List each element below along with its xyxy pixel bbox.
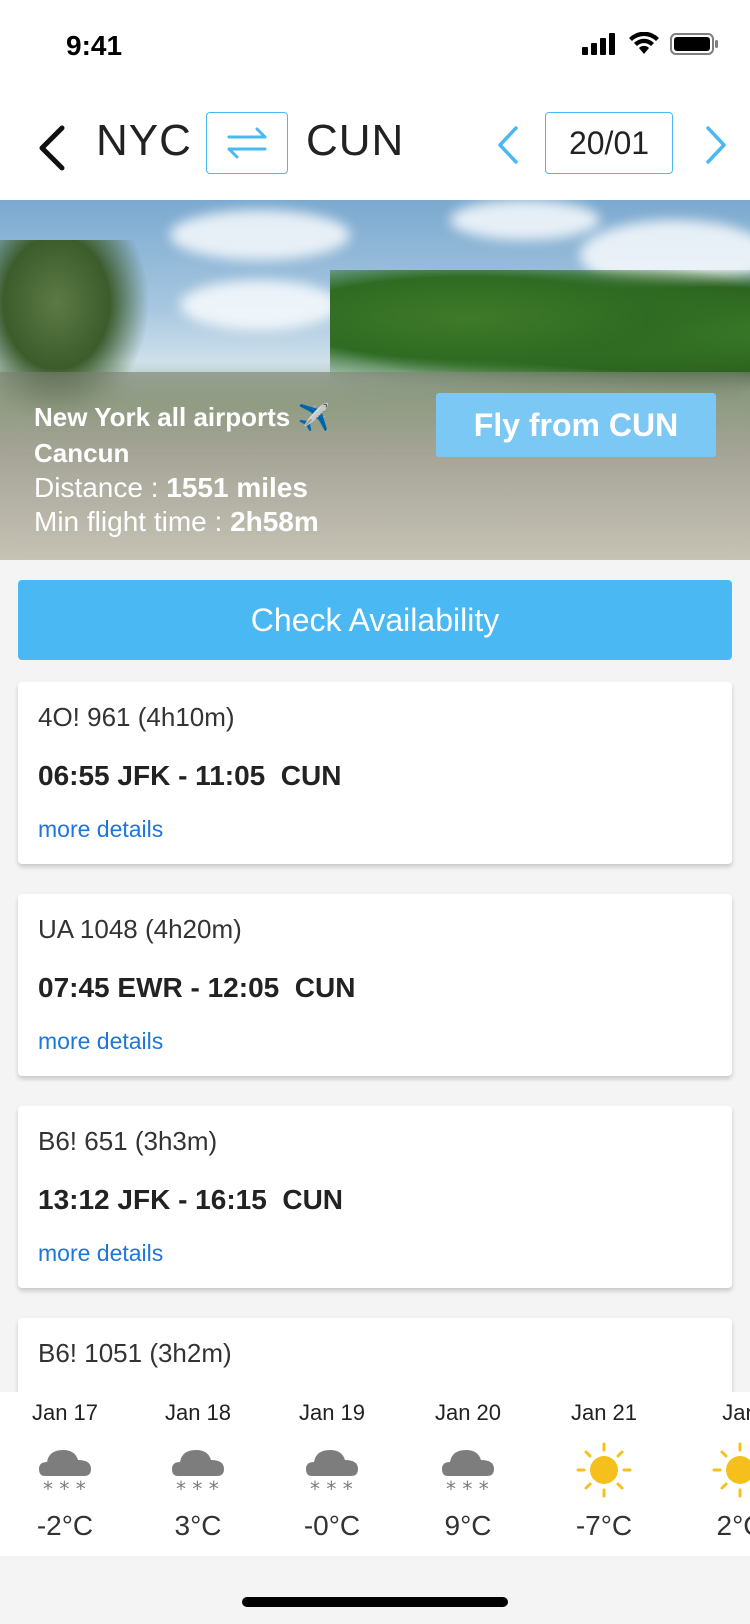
flight-times: 06:55 JFK - 11:05 CUN: [38, 760, 342, 791]
flight-card[interactable]: 4O! 961 (4h10m) 06:55 JFK - 11:05 CUN mo…: [18, 682, 732, 864]
weather-date: Jan 21: [570, 1400, 638, 1425]
distance-value: 1551 miles: [166, 472, 308, 503]
distance-label: Distance :: [34, 472, 167, 503]
snow-cloud-icon: * * *: [39, 1450, 91, 1500]
weather-date: Jan 17: [31, 1400, 99, 1425]
weather-date: Jan: [722, 1400, 750, 1425]
back-button[interactable]: [32, 120, 72, 176]
origin-code: NYC: [96, 116, 192, 165]
destination-code: CUN: [306, 116, 405, 165]
svg-text:* * *: * * *: [310, 1477, 353, 1500]
route-header: NYC CUN 20/01: [0, 96, 750, 201]
fly-from-button[interactable]: Fly from CUN: [436, 393, 716, 457]
flight-number: B6! 1051 (3h2m): [38, 1338, 232, 1368]
destination-name: Cancun: [34, 438, 130, 468]
snow-cloud-icon: * * *: [306, 1450, 358, 1500]
min-flight-time-label: Min flight time :: [34, 506, 231, 537]
status-icons: [582, 32, 720, 56]
weather-temp: -2°C: [36, 1510, 94, 1541]
previous-date-button[interactable]: [494, 120, 524, 170]
min-flight-time-row: Min flight time : 2h58m: [34, 506, 319, 538]
distance-row: Distance : 1551 miles: [34, 472, 308, 504]
flight-times: 07:45 EWR - 12:05 CUN: [38, 972, 356, 1003]
sun-icon: [576, 1442, 632, 1498]
check-availability-button[interactable]: Check Availability: [18, 580, 732, 660]
weather-temp: -0°C: [303, 1510, 361, 1541]
home-indicator-area: [0, 1556, 750, 1624]
more-details-link[interactable]: more details: [38, 1028, 163, 1055]
chevron-right-icon: [706, 126, 726, 164]
flight-card[interactable]: B6! 651 (3h3m) 13:12 JFK - 16:15 CUN mor…: [18, 1106, 732, 1288]
flight-number: 4O! 961 (4h10m): [38, 702, 235, 732]
status-bar: 9:41: [0, 0, 750, 96]
svg-text:* * *: * * *: [446, 1477, 489, 1500]
weather-temp: 2°C: [716, 1510, 750, 1541]
chevron-left-icon: [39, 125, 65, 171]
weather-date: Jan 18: [164, 1400, 232, 1425]
flight-number: B6! 651 (3h3m): [38, 1126, 218, 1156]
more-details-link[interactable]: more details: [38, 816, 163, 843]
sun-icon: [712, 1442, 750, 1498]
swap-route-button[interactable]: [206, 112, 288, 174]
svg-text:* * *: * * *: [43, 1477, 86, 1500]
next-date-button[interactable]: [700, 120, 730, 170]
swap-arrows-icon: [227, 127, 267, 159]
battery-icon: [670, 33, 718, 55]
flight-number: UA 1048 (4h20m): [38, 914, 242, 944]
cloud-image: [180, 280, 340, 330]
more-details-link[interactable]: more details: [38, 1240, 163, 1267]
cellular-signal-icon: [582, 33, 615, 55]
weather-temp: 3°C: [174, 1510, 222, 1541]
home-indicator[interactable]: [242, 1597, 508, 1607]
destination-hero: New York all airports ✈️ Cancun Distance…: [0, 200, 750, 560]
origin-name: New York all airports ✈️: [34, 402, 330, 432]
weather-temp: 9°C: [444, 1510, 492, 1541]
chevron-left-icon: [498, 126, 518, 164]
weather-date: Jan 20: [434, 1400, 502, 1425]
status-time: 9:41: [66, 30, 123, 61]
snow-cloud-icon: * * *: [442, 1450, 494, 1500]
min-flight-time-value: 2h58m: [230, 506, 319, 537]
svg-text:* * *: * * *: [176, 1477, 219, 1500]
flight-card[interactable]: UA 1048 (4h20m) 07:45 EWR - 12:05 CUN mo…: [18, 894, 732, 1076]
cloud-image: [450, 200, 600, 240]
date-selector[interactable]: 20/01: [545, 112, 673, 174]
flight-times: 13:12 JFK - 16:15 CUN: [38, 1184, 344, 1215]
snow-cloud-icon: * * *: [172, 1450, 224, 1500]
wifi-icon: [629, 32, 659, 54]
cloud-image: [170, 210, 350, 260]
weather-date: Jan 19: [298, 1400, 366, 1425]
weather-temp: -7°C: [575, 1510, 633, 1541]
weather-forecast-strip[interactable]: Jan 17 * * * -2°C Jan 18 * * * 3°C Jan 1…: [0, 1392, 750, 1556]
